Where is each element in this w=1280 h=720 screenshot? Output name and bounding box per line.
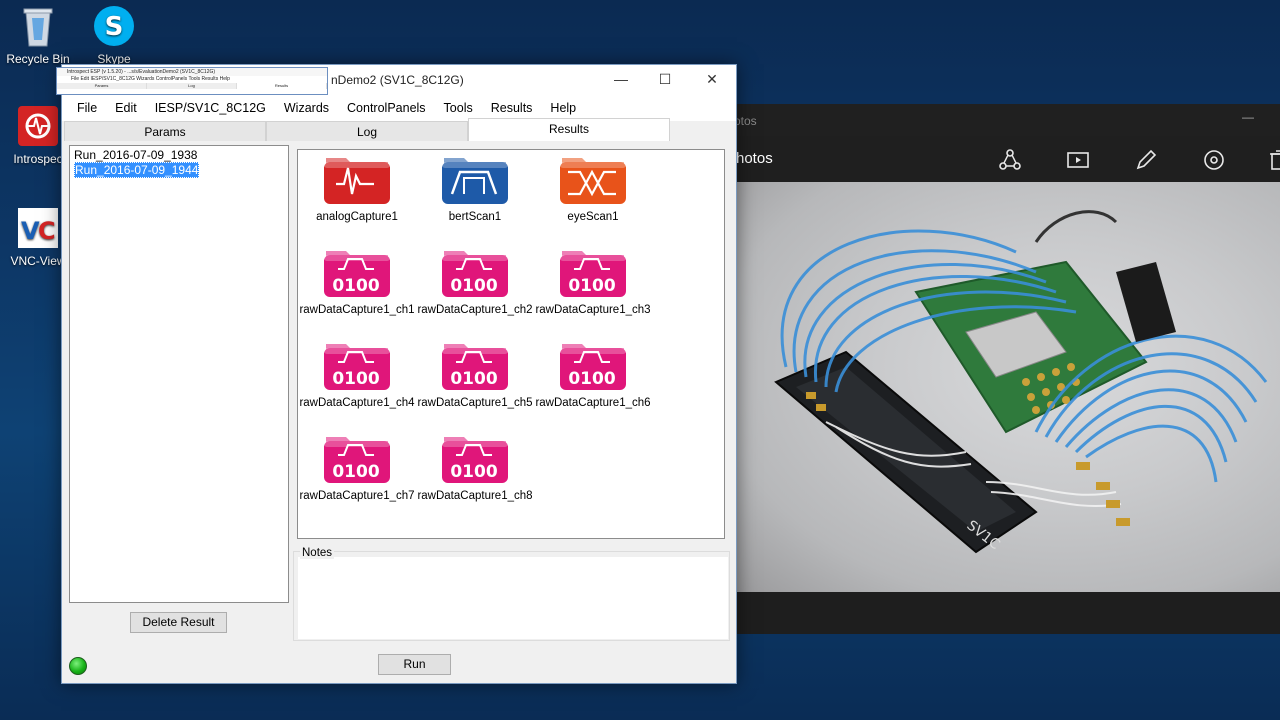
- svg-text:0100: 0100: [568, 369, 615, 389]
- raw-result-icon: 0100: [298, 433, 416, 485]
- result-item-label: bertScan1: [448, 211, 502, 223]
- share-icon[interactable]: [998, 148, 1022, 172]
- svg-text:S: S: [105, 12, 124, 42]
- result-item[interactable]: 0100 rawDataCapture1_ch4: [298, 340, 416, 409]
- menu-controlpanels[interactable]: ControlPanels: [338, 101, 435, 115]
- tab-log[interactable]: Log: [266, 121, 468, 141]
- menu-tools[interactable]: Tools: [435, 101, 482, 115]
- raw-result-icon: 0100: [298, 340, 416, 392]
- result-item-label: rawDataCapture1_ch5: [417, 397, 533, 409]
- result-item[interactable]: 0100 rawDataCapture1_ch6: [534, 340, 652, 409]
- maximize-button[interactable]: ☐: [650, 71, 680, 88]
- result-item[interactable]: 0100 rawDataCapture1_ch7: [298, 433, 416, 502]
- thumbnail-tabs: Params Log Results: [57, 83, 327, 89]
- photo-image: SV1C: [736, 182, 1280, 592]
- minimize-button[interactable]: —: [606, 71, 636, 87]
- result-item[interactable]: 0100 rawDataCapture1_ch3: [534, 247, 652, 316]
- results-panel: analogCapture1 bertScan1 eyeScan1 0100 rawDa…: [297, 149, 725, 539]
- raw-result-icon: 0100: [534, 247, 652, 299]
- raw-result-icon: 0100: [416, 340, 534, 392]
- result-item-label: rawDataCapture1_ch2: [417, 304, 533, 316]
- delete-icon[interactable]: [1266, 148, 1280, 172]
- menu-wizards[interactable]: Wizards: [275, 101, 338, 115]
- close-button[interactable]: ✕: [697, 71, 727, 88]
- result-item[interactable]: bertScan1: [416, 154, 534, 223]
- thumbnail-tab: Log: [147, 83, 237, 89]
- photos-app-name: hotos: [736, 150, 773, 167]
- delete-result-button[interactable]: Delete Result: [130, 612, 227, 633]
- result-item-label: rawDataCapture1_ch4: [299, 397, 415, 409]
- minimize-icon[interactable]: —: [1242, 110, 1254, 124]
- svg-text:C: C: [38, 217, 56, 245]
- raw-result-icon: 0100: [416, 247, 534, 299]
- svg-text:0100: 0100: [568, 276, 615, 296]
- vnc-viewer-icon: V C: [16, 206, 60, 250]
- thumbnail-tab: Params: [57, 83, 147, 89]
- app-window: nDemo2 (SV1C_8C12G) — ☐ ✕ File Edit IESP…: [61, 64, 737, 684]
- result-item-label: rawDataCapture1_ch1: [299, 304, 415, 316]
- result-item-label: eyeScan1: [567, 211, 619, 223]
- window-thumbnail-preview[interactable]: Introspect ESP (v 1.5.20) - ...s/s/Evalu…: [56, 67, 328, 95]
- thumbnail-title: Introspect ESP (v 1.5.20) - ...s/s/Evalu…: [57, 68, 327, 76]
- desktop-icon-skype[interactable]: S Skype: [76, 4, 152, 66]
- tab-strip-filler: [670, 121, 734, 141]
- photos-toolbar: hotos: [700, 136, 1280, 182]
- result-item-label: rawDataCapture1_ch7: [299, 490, 415, 502]
- menu-results[interactable]: Results: [482, 101, 542, 115]
- recycle-bin-icon: [16, 4, 60, 48]
- introspect-icon: [16, 104, 60, 148]
- raw-result-icon: 0100: [534, 340, 652, 392]
- skype-icon: S: [92, 4, 136, 48]
- edit-icon[interactable]: [1134, 148, 1158, 172]
- photos-window: otos — hotos SV1C: [700, 104, 1280, 634]
- thumbnail-menu: File Edit IESP/SV1C_8C12G Wizards Contro…: [71, 76, 230, 82]
- result-item-label: rawDataCapture1_ch8: [417, 490, 533, 502]
- photos-title: otos: [734, 114, 757, 128]
- result-item[interactable]: 0100 rawDataCapture1_ch8: [416, 433, 534, 502]
- bert-result-icon: [416, 154, 534, 206]
- photos-titlebar: otos —: [700, 104, 1280, 136]
- menu-help[interactable]: Help: [541, 101, 585, 115]
- raw-result-icon: 0100: [416, 433, 534, 485]
- tab-results[interactable]: Results: [468, 118, 670, 141]
- analog-result-icon: [298, 154, 416, 206]
- menu-file[interactable]: File: [68, 101, 106, 115]
- svg-text:0100: 0100: [450, 462, 497, 482]
- result-item-label: analogCapture1: [316, 211, 398, 223]
- thumbnail-tab: Results: [237, 83, 327, 89]
- status-indicator: [69, 657, 87, 675]
- tab-strip: Params Log Results: [64, 118, 734, 141]
- run-list[interactable]: Run_2016-07-09_1938 Run_2016-07-09_1944: [69, 145, 289, 603]
- menu-edit[interactable]: Edit: [106, 101, 146, 115]
- result-item-label: rawDataCapture1_ch3: [535, 304, 651, 316]
- slideshow-icon[interactable]: [1066, 148, 1090, 172]
- window-title: nDemo2 (SV1C_8C12G): [331, 73, 464, 87]
- result-item[interactable]: eyeScan1: [534, 154, 652, 223]
- raw-result-icon: 0100: [298, 247, 416, 299]
- notes-textarea[interactable]: [298, 557, 728, 639]
- rotate-icon[interactable]: [1202, 148, 1226, 172]
- svg-text:0100: 0100: [450, 369, 497, 389]
- menu-iesp[interactable]: IESP/SV1C_8C12G: [146, 101, 275, 115]
- result-item[interactable]: 0100 rawDataCapture1_ch2: [416, 247, 534, 316]
- svg-text:0100: 0100: [332, 276, 379, 296]
- desktop-icon-recycle-bin[interactable]: Recycle Bin: [0, 4, 76, 66]
- tab-params[interactable]: Params: [64, 121, 266, 141]
- result-item[interactable]: 0100 rawDataCapture1_ch5: [416, 340, 534, 409]
- list-item[interactable]: Run_2016-07-09_1938: [72, 148, 286, 162]
- list-item-selected[interactable]: Run_2016-07-09_1944: [74, 162, 200, 178]
- notes-label: Notes: [300, 547, 335, 559]
- result-item-label: rawDataCapture1_ch6: [535, 397, 651, 409]
- svg-text:0100: 0100: [450, 276, 497, 296]
- svg-text:0100: 0100: [332, 369, 379, 389]
- eye-result-icon: [534, 154, 652, 206]
- result-item[interactable]: analogCapture1: [298, 154, 416, 223]
- result-item[interactable]: 0100 rawDataCapture1_ch1: [298, 247, 416, 316]
- svg-text:0100: 0100: [332, 462, 379, 482]
- run-button[interactable]: Run: [378, 654, 451, 675]
